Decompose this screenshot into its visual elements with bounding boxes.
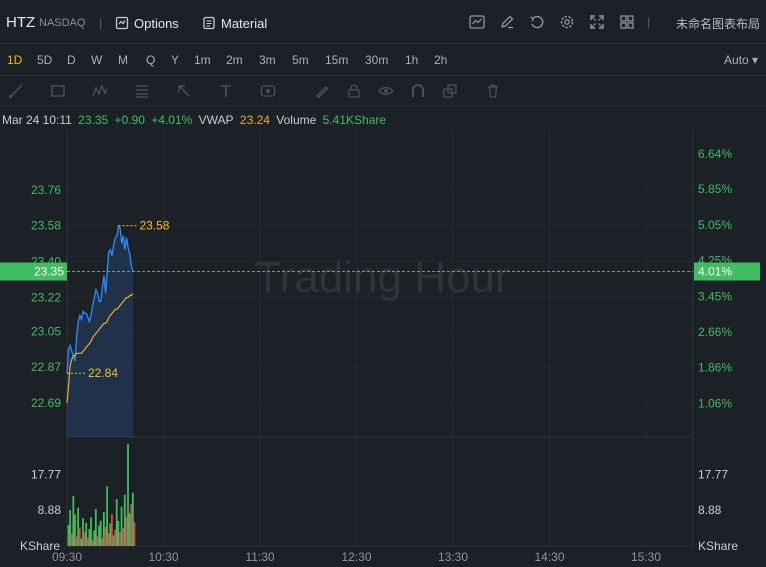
volume-bar (93, 530, 96, 546)
volume-bar (106, 486, 108, 546)
volume-bar (109, 523, 112, 546)
volume-bar (77, 507, 80, 546)
price-tick-label: 22.69 (31, 396, 61, 410)
pct-tick-label: 1.86% (698, 361, 732, 375)
pct-tick-label: 5.85% (698, 182, 732, 196)
volume-bar (69, 510, 72, 546)
x-tick-label: 14:30 (534, 550, 564, 564)
volume-bar (114, 529, 117, 546)
volume-bar (115, 499, 118, 546)
volume-bar (99, 520, 102, 546)
x-tick-label: 13:30 (438, 550, 468, 564)
volume-tick-label-right: 8.88 (698, 503, 722, 517)
pct-tick-label: 2.66% (698, 325, 732, 339)
volume-bar (96, 536, 99, 546)
volume-bar (78, 527, 81, 546)
volume-unit-label: KShare (20, 539, 60, 553)
x-tick-label: 12:30 (341, 550, 371, 564)
watermark-text: Trading Hour (254, 253, 509, 302)
volume-tick-label: 17.77 (31, 467, 61, 481)
volume-bar (104, 527, 107, 546)
volume-bar (123, 494, 126, 546)
volume-unit-label-right: KShare (698, 539, 738, 553)
volume-bar (75, 536, 78, 546)
volume-bar (70, 533, 73, 546)
price-tick-label: 23.22 (31, 290, 61, 304)
pct-tick-label: 1.06% (698, 397, 732, 411)
volume-bar (90, 517, 92, 546)
volume-bar (91, 539, 94, 546)
volume-bar (102, 512, 105, 546)
volume-bar (125, 516, 128, 546)
pct-tick-label: 5.05% (698, 218, 732, 232)
volume-bar (67, 525, 70, 546)
volume-bar (94, 508, 97, 546)
volume-bar (72, 495, 75, 546)
volume-bar (130, 504, 133, 546)
low-marker-label: 22.84 (88, 366, 118, 380)
volume-bar (101, 538, 104, 546)
volume-bar (133, 522, 136, 546)
volume-bar (82, 518, 84, 546)
pct-tick-label: 6.64% (698, 147, 732, 161)
volume-bar (111, 514, 113, 546)
volume-bar (117, 520, 120, 546)
price-tick-label: 22.87 (31, 360, 61, 374)
pct-tick-label: 3.45% (698, 290, 732, 304)
volume-bar (107, 533, 110, 546)
high-marker-label: 23.58 (139, 219, 169, 233)
price-tick-label: 23.05 (31, 324, 61, 338)
current-price-badge-label: 23.35 (34, 265, 64, 279)
volume-bar (85, 522, 88, 546)
volume-tick-label-right: 17.77 (698, 467, 728, 481)
price-tick-label: 23.58 (31, 219, 61, 233)
price-chart[interactable]: 09:30 10:30 11:30 12:30 13:30 14:30 15:3023.76… (0, 0, 766, 567)
volume-tick-label: 8.88 (38, 503, 62, 517)
x-tick-label: 15:30 (631, 550, 661, 564)
volume-bar (80, 538, 83, 546)
x-tick-label: 10:30 (148, 550, 178, 564)
volume-bar (98, 525, 100, 546)
current-pct-badge-label: 4.01% (698, 265, 732, 279)
volume-bar (128, 513, 131, 546)
price-tick-label: 23.76 (31, 183, 61, 197)
volume-bar (120, 506, 123, 546)
x-tick-label: 11:30 (245, 550, 274, 564)
volume-bar (88, 529, 91, 546)
volume-bar (83, 532, 86, 546)
volume-bar (119, 531, 121, 546)
volume-bar (112, 535, 115, 546)
volume-bar (86, 537, 89, 546)
volume-bar (74, 514, 76, 546)
volume-bar (127, 443, 129, 546)
volume-bar (131, 492, 134, 546)
volume-bar (122, 528, 125, 546)
